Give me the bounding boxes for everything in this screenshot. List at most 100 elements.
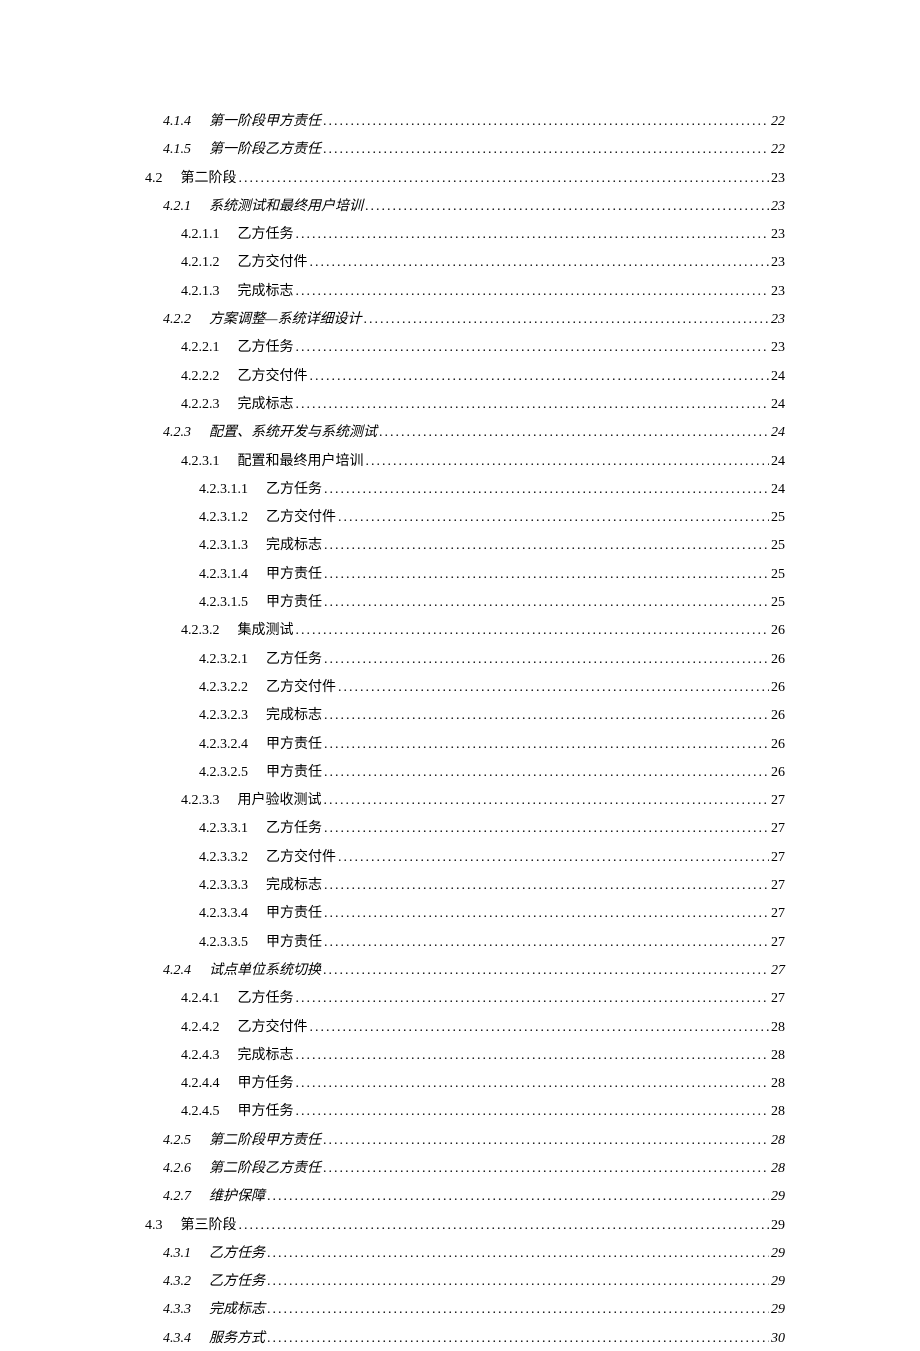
toc-leader-dots: ........................................… (324, 931, 769, 955)
toc-entry[interactable]: 4.2.3.3用户验收测试...........................… (135, 789, 785, 813)
toc-entry[interactable]: 4.2.3.1.1乙方任务...........................… (135, 478, 785, 502)
toc-title: 完成标志 (209, 1298, 265, 1322)
toc-entry[interactable]: 4.2.3.3.4甲方责任...........................… (135, 902, 785, 926)
toc-page-number: 27 (771, 987, 785, 1011)
toc-entry[interactable]: 4.3.2乙方任务...............................… (135, 1270, 785, 1294)
toc-entry[interactable]: 4.2.3.2.4甲方责任...........................… (135, 733, 785, 757)
toc-entry[interactable]: 4.2.3.1.5甲方责任...........................… (135, 591, 785, 615)
toc-page-number: 28 (771, 1016, 785, 1040)
toc-entry[interactable]: 4.2.4试点单位系统切换...........................… (135, 959, 785, 983)
toc-title: 乙方任务 (209, 1242, 265, 1266)
toc-page-number: 26 (771, 648, 785, 672)
toc-title: 第二阶段乙方责任 (209, 1157, 321, 1181)
toc-entry[interactable]: 4.2.4.2乙方交付件............................… (135, 1016, 785, 1040)
toc-leader-dots: ........................................… (267, 1327, 769, 1351)
toc-number: 4.2.3.2.1 (199, 648, 248, 672)
toc-entry[interactable]: 4.2.1.3完成标志.............................… (135, 280, 785, 304)
toc-leader-dots: ........................................… (239, 167, 770, 191)
toc-page-number: 23 (771, 195, 785, 219)
toc-title: 用户验收测试 (238, 789, 322, 813)
toc-entry[interactable]: 4.2.2.3完成标志.............................… (135, 393, 785, 417)
toc-leader-dots: ........................................… (310, 251, 770, 275)
toc-entry[interactable]: 4.2.3配置、系统开发与系统测试.......................… (135, 421, 785, 445)
toc-entry[interactable]: 4.3第三阶段.................................… (135, 1214, 785, 1238)
toc-leader-dots: ........................................… (363, 308, 769, 332)
toc-entry[interactable]: 4.2.6 第二阶段乙方责任...........................… (135, 1157, 785, 1181)
toc-entry[interactable]: 4.2.1.2乙方交付件............................… (135, 251, 785, 275)
toc-page-number: 22 (771, 138, 785, 162)
toc-entry[interactable]: 4.2.1.1乙方任务.............................… (135, 223, 785, 247)
toc-number: 4.2.4.5 (181, 1100, 220, 1124)
toc-entry[interactable]: 4.2.3.2集成测试.............................… (135, 619, 785, 643)
toc-page-number: 27 (771, 902, 785, 926)
toc-entry[interactable]: 4.2.3.1.2乙方交付件..........................… (135, 506, 785, 530)
toc-title: 乙方任务 (266, 478, 322, 502)
toc-entry[interactable]: 4.2.1系统测试和最终用户培训........................… (135, 195, 785, 219)
toc-page-number: 27 (771, 817, 785, 841)
toc-entry[interactable]: 4.2.2方案调整—系统详细设计........................… (135, 308, 785, 332)
toc-entry[interactable]: 4.2.3.2.1乙方任务...........................… (135, 648, 785, 672)
toc-number: 4.2.3.1.5 (199, 591, 248, 615)
toc-entry[interactable]: 4.3.4服务方式...............................… (135, 1327, 785, 1351)
toc-entry[interactable]: 4.2.5第二阶段甲方责任...........................… (135, 1129, 785, 1153)
toc-entry[interactable]: 4.2.3.2.5甲方责任...........................… (135, 761, 785, 785)
toc-number: 4.2.3.1.1 (199, 478, 248, 502)
toc-leader-dots: ........................................… (296, 1072, 770, 1096)
toc-leader-dots: ........................................… (324, 874, 769, 898)
toc-title: 乙方任务 (238, 336, 294, 360)
toc-title: 完成标志 (238, 1044, 294, 1068)
toc-entry[interactable]: 4.2.4.1乙方任务.............................… (135, 987, 785, 1011)
toc-entry[interactable]: 4.2.3.1配置和最终用户培训........................… (135, 450, 785, 474)
toc-number: 4.2.3.2.5 (199, 761, 248, 785)
toc-leader-dots: ........................................… (323, 110, 769, 134)
toc-entry[interactable]: 4.1.5第一阶段乙方责任...........................… (135, 138, 785, 162)
toc-leader-dots: ........................................… (324, 789, 770, 813)
toc-entry[interactable]: 4.2.3.1.3完成标志...........................… (135, 534, 785, 558)
toc-title: 完成标志 (266, 874, 322, 898)
toc-entry[interactable]: 4.2.4.3完成标志.............................… (135, 1044, 785, 1068)
toc-entry[interactable]: 4.1.4第一阶段甲方责任...........................… (135, 110, 785, 134)
toc-entry[interactable]: 4.2.4.5甲方任务.............................… (135, 1100, 785, 1124)
toc-entry[interactable]: 4.2.3.2.2乙方交付件..........................… (135, 676, 785, 700)
toc-leader-dots: ........................................… (324, 761, 769, 785)
toc-number: 4.2.3.1.2 (199, 506, 248, 530)
toc-leader-dots: ........................................… (296, 336, 770, 360)
toc-leader-dots: ........................................… (267, 1242, 769, 1266)
toc-number: 4.2.1.2 (181, 251, 220, 275)
toc-leader-dots: ........................................… (365, 195, 769, 219)
toc-number: 4.2.2 (163, 308, 191, 332)
toc-entry[interactable]: 4.2.2.1乙方任务.............................… (135, 336, 785, 360)
toc-number: 4.2.6 (163, 1157, 191, 1181)
toc-entry[interactable]: 4.2.3.1.4甲方责任...........................… (135, 563, 785, 587)
toc-entry[interactable]: 4.2.3.3.1乙方任务...........................… (135, 817, 785, 841)
toc-title: 甲方任务 (238, 1072, 294, 1096)
toc-leader-dots: ........................................… (296, 619, 770, 643)
toc-number: 4.1.5 (163, 138, 191, 162)
toc-leader-dots: ........................................… (324, 534, 769, 558)
toc-entry[interactable]: 4.3.1乙方任务...............................… (135, 1242, 785, 1266)
toc-title: 完成标志 (238, 280, 294, 304)
toc-page-number: 24 (771, 478, 785, 502)
toc-number: 4.3 (145, 1214, 163, 1238)
toc-leader-dots: ........................................… (324, 648, 769, 672)
toc-leader-dots: ........................................… (296, 987, 770, 1011)
toc-number: 4.2.2.2 (181, 365, 220, 389)
toc-entry[interactable]: 4.2.3.3.3完成标志...........................… (135, 874, 785, 898)
toc-leader-dots: ........................................… (324, 902, 769, 926)
toc-leader-dots: ........................................… (267, 1185, 769, 1209)
toc-leader-dots: ........................................… (296, 280, 770, 304)
toc-leader-dots: ........................................… (323, 1157, 769, 1181)
toc-entry[interactable]: 4.3.3完成标志...............................… (135, 1298, 785, 1322)
toc-entry[interactable]: 4.2.3.3.2乙方交付件..........................… (135, 846, 785, 870)
toc-entry[interactable]: 4.2.2.2乙方交付件............................… (135, 365, 785, 389)
toc-page-number: 28 (771, 1100, 785, 1124)
toc-entry[interactable]: 4.2.3.3.5甲方责任...........................… (135, 931, 785, 955)
toc-title: 甲方责任 (266, 563, 322, 587)
toc-entry[interactable]: 4.2.7维护保障...............................… (135, 1185, 785, 1209)
toc-title: 配置、系统开发与系统测试 (209, 421, 377, 445)
toc-entry[interactable]: 4.2.3.2.3完成标志...........................… (135, 704, 785, 728)
toc-entry[interactable]: 4.2.4.4甲方任务.............................… (135, 1072, 785, 1096)
toc-number: 4.2.1.1 (181, 223, 220, 247)
toc-entry[interactable]: 4.2第二阶段.................................… (135, 167, 785, 191)
toc-number: 4.2.3.1.3 (199, 534, 248, 558)
